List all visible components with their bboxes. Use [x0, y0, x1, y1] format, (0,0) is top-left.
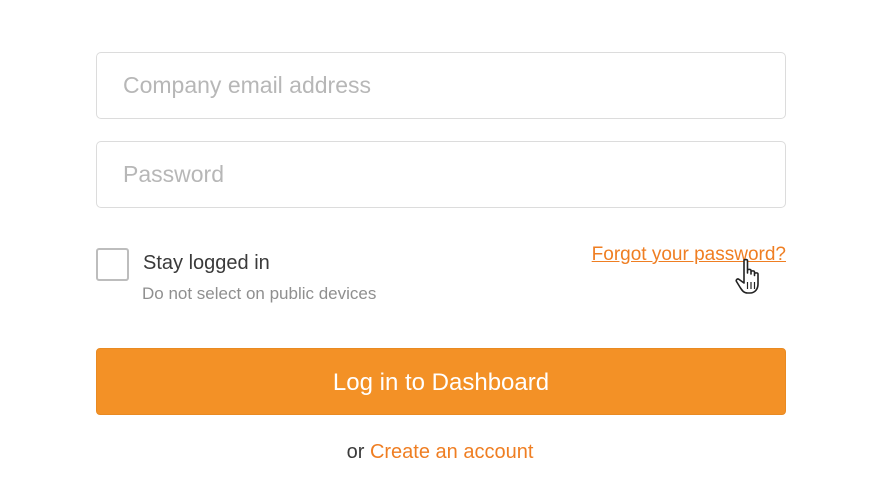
stay-logged-in-label: Stay logged in: [143, 252, 270, 274]
stay-logged-in-checkbox[interactable]: [96, 248, 129, 281]
password-field[interactable]: [96, 141, 786, 208]
email-field[interactable]: [96, 52, 786, 119]
email-input[interactable]: [97, 53, 785, 118]
password-input[interactable]: [97, 142, 785, 207]
login-button[interactable]: Log in to Dashboard: [96, 348, 786, 415]
hand-pointer-icon: [735, 258, 759, 294]
create-account-prefix: or: [346, 441, 365, 463]
stay-logged-in-hint: Do not select on public devices: [142, 284, 377, 303]
create-account-row: or Create an account: [0, 441, 880, 464]
create-account-link[interactable]: Create an account: [370, 441, 533, 463]
